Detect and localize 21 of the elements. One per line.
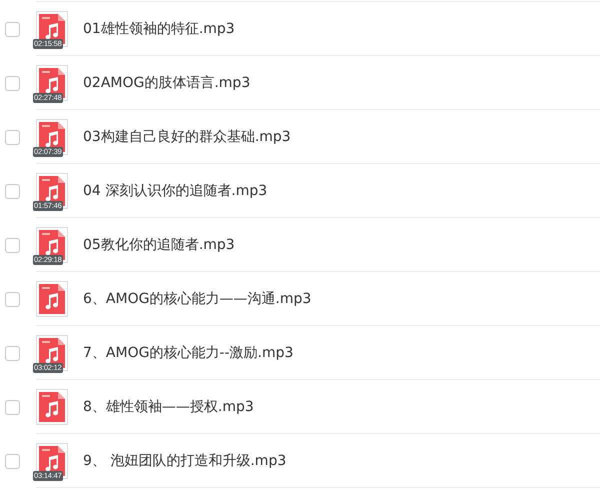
checkbox[interactable] xyxy=(5,22,20,36)
checkbox[interactable] xyxy=(5,130,20,144)
audio-file-icon xyxy=(36,172,68,208)
file-name[interactable]: 7、AMOG的核心能力--激励.mp3 xyxy=(83,344,294,362)
file-name[interactable]: 8、雄性领袖——授权.mp3 xyxy=(83,398,254,416)
checkbox[interactable] xyxy=(5,400,20,414)
checkbox[interactable] xyxy=(5,238,20,252)
file-name[interactable]: 6、AMOG的核心能力——沟通.mp3 xyxy=(83,290,312,308)
checkbox[interactable] xyxy=(5,184,20,198)
checkbox[interactable] xyxy=(5,76,20,90)
file-name[interactable]: 01雄性领袖的特征.mp3 xyxy=(83,20,235,38)
checkbox[interactable] xyxy=(5,346,20,360)
file-name[interactable]: 9、 泡妞团队的打造和升级.mp3 xyxy=(83,452,286,470)
audio-file-icon xyxy=(36,388,68,424)
file-name[interactable]: 02AMOG的肢体语言.mp3 xyxy=(83,74,250,92)
file-name[interactable]: 03构建自己良好的群众基础.mp3 xyxy=(83,128,291,146)
file-name[interactable]: 04 深刻认识你的追随者.mp3 xyxy=(83,182,268,200)
audio-file-icon xyxy=(36,280,68,316)
checkbox[interactable] xyxy=(5,454,20,468)
file-name[interactable]: 05教化你的追随者.mp3 xyxy=(83,236,235,254)
checkbox[interactable] xyxy=(5,292,20,306)
